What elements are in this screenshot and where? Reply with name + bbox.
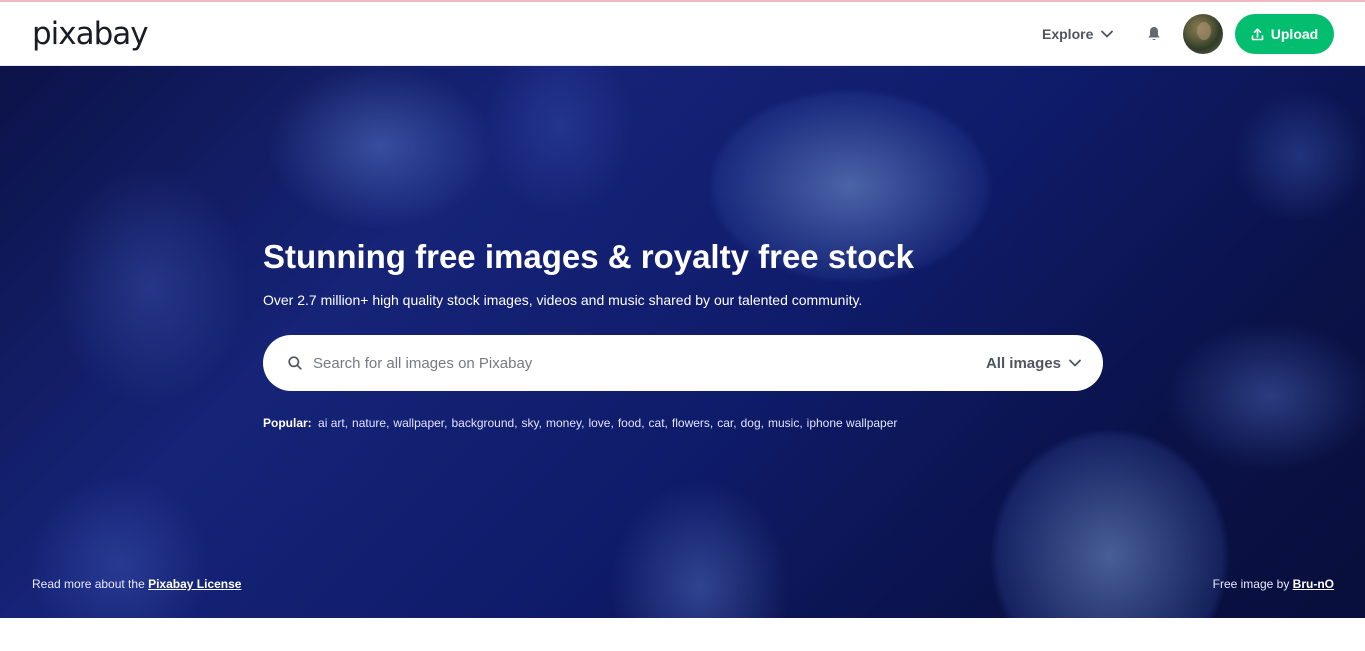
popular-tag-link[interactable]: wallpaper <box>393 416 444 430</box>
media-type-dropdown[interactable]: All images <box>986 349 1081 377</box>
popular-tag-link[interactable]: dog <box>741 416 761 430</box>
popular-tag-link[interactable]: love <box>588 416 610 430</box>
explore-label: Explore <box>1042 26 1094 42</box>
hero-title: Stunning free images & royalty free stoc… <box>263 238 915 275</box>
hero-subtitle: Over 2.7 million+ high quality stock ima… <box>263 292 863 308</box>
popular-tag-link[interactable]: ai art <box>318 416 345 430</box>
tag-separator: , <box>733 416 737 430</box>
popular-tags-list: ai art, nature, wallpaper, background, sky, m… <box>318 416 897 430</box>
upload-icon <box>1251 27 1264 40</box>
popular-tag-link[interactable]: money <box>546 416 581 430</box>
popular-tag-link[interactable]: cat <box>649 416 665 430</box>
popular-tag-link[interactable]: music <box>768 416 799 430</box>
tag-separator: , <box>664 416 668 430</box>
popular-tag-link[interactable]: car <box>717 416 733 430</box>
image-author-link[interactable]: Bru-nO <box>1293 577 1334 591</box>
notifications-button[interactable] <box>1142 24 1166 44</box>
chevron-down-icon <box>1069 359 1081 367</box>
search-bar: All images <box>263 335 1103 391</box>
upload-button[interactable]: Upload <box>1235 14 1334 54</box>
tag-separator: , <box>538 416 542 430</box>
tag-separator: , <box>581 416 585 430</box>
hero-banner: Stunning free images & royalty free stoc… <box>0 66 1365 618</box>
upload-label: Upload <box>1270 26 1319 42</box>
popular-tag-link[interactable]: background <box>451 416 514 430</box>
tag-separator: , <box>760 416 764 430</box>
license-note: Read more about the Pixabay License <box>32 577 241 591</box>
popular-tag-link[interactable]: iphone wallpaper <box>807 416 898 430</box>
tag-separator: , <box>514 416 518 430</box>
tag-separator: , <box>610 416 614 430</box>
site-header: pixabay Explore Upload <box>0 2 1365 66</box>
license-prefix: Read more about the <box>32 577 149 591</box>
tag-separator: , <box>386 416 390 430</box>
search-input[interactable] <box>313 347 953 379</box>
tag-separator: , <box>444 416 448 430</box>
user-avatar[interactable] <box>1183 14 1223 54</box>
tag-separator: , <box>709 416 714 430</box>
chevron-down-icon <box>1101 30 1114 38</box>
popular-tag-link[interactable]: sky <box>522 416 539 430</box>
explore-menu-button[interactable]: Explore <box>1034 16 1121 52</box>
tag-separator: , <box>344 416 349 430</box>
pixabay-license-link[interactable]: Pixabay License <box>148 577 241 591</box>
popular-searches: Popular: ai art, nature, wallpaper, backgro… <box>263 416 1103 430</box>
bell-icon <box>1148 27 1160 41</box>
pixabay-logo[interactable]: pixabay <box>32 14 149 54</box>
popular-tag-link[interactable]: nature <box>352 416 386 430</box>
tag-separator: , <box>799 416 803 430</box>
popular-label: Popular: <box>263 416 312 430</box>
tag-separator: , <box>641 416 645 430</box>
search-icon[interactable] <box>287 355 303 371</box>
media-type-label: All images <box>985 354 1061 372</box>
credit-prefix: Free image by <box>1212 577 1293 591</box>
popular-tag-link[interactable]: flowers <box>672 416 710 430</box>
image-credit: Free image by Bru-nO <box>1213 577 1334 591</box>
popular-tag-link[interactable]: food <box>618 416 641 430</box>
logo-text: pixabay <box>32 16 149 52</box>
